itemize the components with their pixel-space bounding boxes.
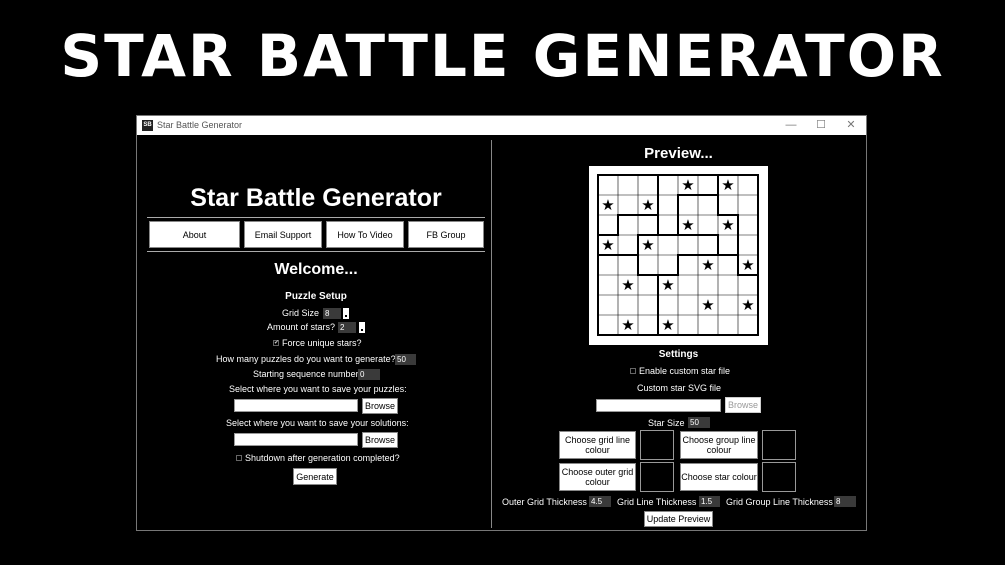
- group-thickness-input[interactable]: 8: [834, 496, 856, 507]
- star-colour-button[interactable]: Choose star colour: [680, 463, 758, 491]
- sequence-input[interactable]: 0: [358, 369, 380, 380]
- grid-line-thickness-input[interactable]: 1.5: [699, 496, 720, 507]
- stars-select[interactable]: 2: [338, 322, 356, 333]
- browse-svg-button[interactable]: Browse: [725, 397, 761, 413]
- window-title: Star Battle Generator: [157, 120, 243, 130]
- outer-grid-colour-swatch[interactable]: [640, 462, 674, 492]
- group-line-colour-swatch[interactable]: [762, 430, 796, 460]
- star-icon: ★: [701, 296, 714, 314]
- svg-path-input[interactable]: [596, 399, 721, 412]
- puzzle-preview: ★ ★ ★ ★ ★ ★ ★ ★ ★ ★ ★ ★ ★ ★ ★ ★: [589, 166, 768, 345]
- sequence-label: Starting sequence number: [253, 369, 359, 379]
- grid-size-label: Grid Size: [282, 308, 320, 318]
- solutions-path-input[interactable]: [234, 433, 358, 446]
- close-icon[interactable]: ✕: [841, 118, 861, 132]
- fb-group-button[interactable]: FB Group: [408, 221, 484, 248]
- star-size-label: Star Size: [648, 418, 685, 428]
- star-icon: ★: [661, 316, 674, 334]
- star-icon: ★: [741, 256, 754, 274]
- dropdown-arrow-icon[interactable]: [343, 308, 349, 319]
- star-icon: ★: [741, 296, 754, 314]
- shutdown-checkbox[interactable]: [236, 455, 242, 461]
- group-thickness-label: Grid Group Line Thickness: [726, 497, 833, 507]
- save-solutions-label: Select where you want to save your solut…: [226, 418, 409, 428]
- custom-star-checkbox[interactable]: [630, 368, 636, 374]
- grid-line-thickness-label: Grid Line Thickness: [617, 497, 697, 507]
- grid-line-colour-button[interactable]: Choose grid line colour: [559, 431, 636, 459]
- star-icon: ★: [701, 256, 714, 274]
- star-icon: ★: [721, 176, 734, 194]
- banner-title: STAR BATTLE GENERATOR: [60, 22, 945, 90]
- star-icon: ★: [721, 216, 734, 234]
- star-icon: ★: [621, 316, 634, 334]
- outer-thickness-input[interactable]: 4.5: [589, 496, 611, 507]
- star-icon: ★: [641, 196, 654, 214]
- star-icon: ★: [661, 276, 674, 294]
- star-icon: ★: [621, 276, 634, 294]
- star-icon: ★: [681, 176, 694, 194]
- star-icon: ★: [601, 196, 614, 214]
- maximize-icon[interactable]: ☐: [811, 118, 831, 132]
- puzzle-count-input[interactable]: 50: [395, 354, 416, 365]
- app-window: SB Star Battle Generator — ☐ ✕ Star Batt…: [136, 115, 867, 531]
- force-unique-label: Force unique stars?: [282, 338, 362, 348]
- shutdown-label: Shutdown after generation completed?: [245, 453, 400, 463]
- update-preview-button[interactable]: Update Preview: [644, 511, 713, 527]
- puzzle-setup-heading: Puzzle Setup: [285, 291, 347, 302]
- grid-size-select[interactable]: 8: [323, 308, 341, 319]
- app-heading: Star Battle Generator: [190, 184, 442, 212]
- puzzle-count-label: How many puzzles do you want to generate…: [216, 354, 396, 364]
- browse-solutions-button[interactable]: Browse: [362, 432, 398, 448]
- app-icon: SB: [142, 120, 153, 131]
- stars-label: Amount of stars?: [267, 322, 336, 332]
- outer-grid-colour-button[interactable]: Choose outer grid colour: [559, 463, 636, 491]
- custom-svg-label: Custom star SVG file: [637, 383, 722, 393]
- dropdown-arrow-icon[interactable]: [359, 322, 365, 333]
- divider-line: [147, 217, 485, 218]
- puzzles-path-input[interactable]: [234, 399, 358, 412]
- star-size-input[interactable]: 50: [688, 417, 710, 428]
- generate-button[interactable]: Generate: [293, 468, 337, 485]
- welcome-heading: Welcome...: [274, 261, 358, 278]
- outer-thickness-label: Outer Grid Thickness: [502, 497, 587, 507]
- settings-heading: Settings: [658, 349, 699, 360]
- preview-heading: Preview...: [644, 145, 713, 162]
- how-to-video-button[interactable]: How To Video: [326, 221, 404, 248]
- minimize-icon[interactable]: —: [781, 118, 801, 132]
- puzzle-grid: ★ ★ ★ ★ ★ ★ ★ ★ ★ ★ ★ ★ ★ ★ ★ ★: [597, 174, 759, 336]
- star-colour-swatch[interactable]: [762, 462, 796, 492]
- star-icon: ★: [681, 216, 694, 234]
- email-support-button[interactable]: Email Support: [244, 221, 322, 248]
- about-button[interactable]: About: [149, 221, 240, 248]
- grid-line-colour-swatch[interactable]: [640, 430, 674, 460]
- group-line-colour-button[interactable]: Choose group line colour: [680, 431, 758, 459]
- title-bar: SB Star Battle Generator — ☐ ✕: [137, 116, 866, 135]
- force-unique-checkbox[interactable]: ✔: [273, 340, 279, 346]
- panel-divider: [491, 140, 492, 528]
- star-icon: ★: [601, 236, 614, 254]
- save-puzzles-label: Select where you want to save your puzzl…: [229, 384, 407, 394]
- star-icon: ★: [641, 236, 654, 254]
- browse-puzzles-button[interactable]: Browse: [362, 398, 398, 414]
- custom-star-label: Enable custom star file: [639, 366, 731, 376]
- divider-line: [147, 251, 485, 252]
